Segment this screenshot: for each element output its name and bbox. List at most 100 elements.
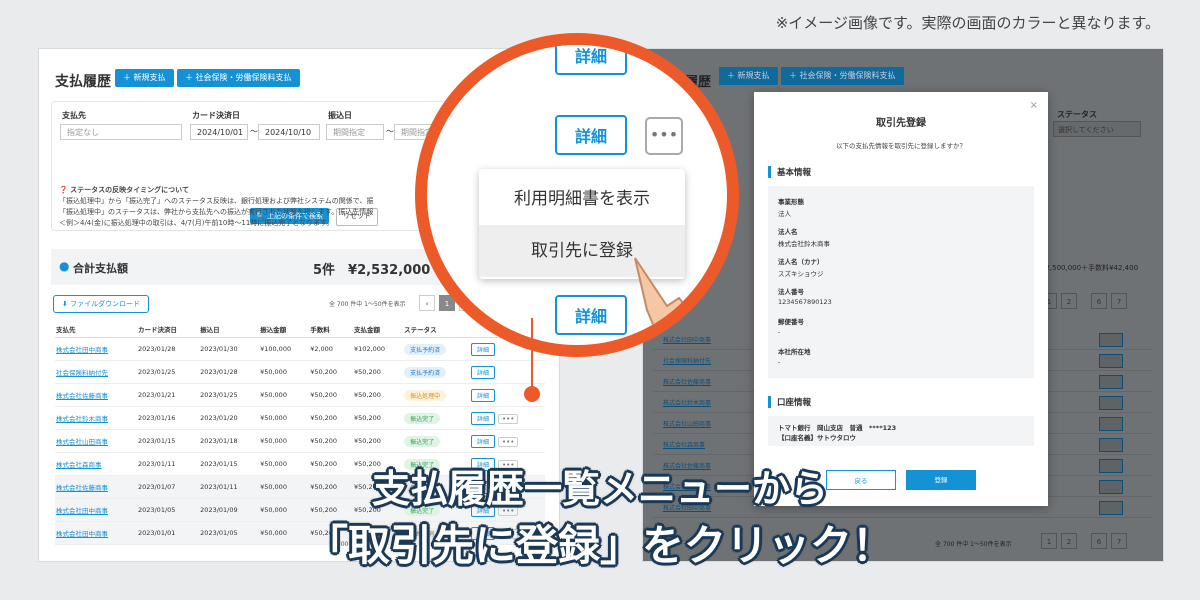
col-header: 支払金額	[353, 321, 404, 338]
table-cell: ¥50,000	[259, 360, 310, 384]
row-detail-button[interactable]: 詳細	[470, 411, 495, 425]
table-cell: 2023/01/16	[136, 406, 200, 430]
payee-link[interactable]: 社会保険料納付先	[55, 360, 137, 384]
bg-page-2: 2	[1061, 293, 1077, 309]
table-row: 株式会社山田商事 2023/01/15 2023/01/18 ¥50,000 ¥50,2…	[55, 429, 545, 453]
bg-payee-link: 社会保険料納付先	[663, 358, 712, 365]
row-detail-button[interactable]: 詳細	[470, 434, 495, 448]
basic-info-heading: 基本情報	[768, 166, 811, 178]
hand-pointer-icon	[634, 257, 727, 345]
disclaimer-note: ※イメージ画像です。実際の画面のカラーと異なります。	[775, 14, 1160, 32]
card-date-from-input[interactable]: 2024/10/01	[190, 124, 248, 140]
question-icon: ❓	[59, 186, 68, 194]
account-info-heading: 口座情報	[768, 396, 811, 408]
info-title: ❓ ステータスの反映タイミングについて	[59, 185, 374, 196]
col-header: 支払先	[55, 321, 137, 338]
status-cell: 振込完了	[403, 406, 470, 430]
row-actions: 詳細	[469, 360, 545, 384]
payee-link[interactable]: 株式会社鈴木商事	[55, 406, 137, 430]
table-row: 株式会社佐藤商事 2023/01/21 2023/01/25 ¥50,000 ¥50,2…	[55, 383, 545, 407]
new-payment-button[interactable]: ＋ 新規支払	[115, 69, 174, 87]
card-date-to-input[interactable]: 2024/10/10	[258, 124, 320, 140]
callout-dot	[524, 386, 540, 402]
payee-link[interactable]: 株式会社田中商事	[55, 337, 137, 361]
table-cell: ¥50,200	[309, 360, 354, 384]
field-value: -	[778, 358, 781, 366]
zoom-detail-button-top[interactable]: 詳細	[555, 45, 627, 75]
bg-payee-link: 株式会社佐藤商事	[663, 379, 712, 386]
table-cell: ¥50,000	[259, 429, 310, 453]
table-cell: 2023/01/25	[136, 360, 200, 384]
table-cell: 2023/01/28	[136, 337, 200, 361]
bg-payee-link: 株式会社山田商事	[663, 421, 712, 428]
col-header: 振込金額	[259, 321, 310, 338]
file-download-button[interactable]: ⬇ ファイルダウンロード	[53, 295, 150, 313]
total-title: 合計支払額	[73, 262, 128, 275]
row-actions: 詳細 •••	[469, 406, 545, 430]
table-cell: ¥50,200	[353, 360, 404, 384]
social-insurance-payment-button[interactable]: ＋ 社会保険・労働保険料支払	[177, 69, 300, 87]
field-label: 法人番号	[778, 288, 804, 296]
col-header: カード決済日	[136, 321, 200, 338]
table-cell: 2023/01/15	[136, 429, 200, 453]
status-cell: 支払予約済	[403, 360, 470, 384]
result-count: 全 700 件中 1〜50件を表示	[329, 301, 406, 308]
download-label: ファイルダウンロード	[70, 300, 141, 308]
zoom-detail-button-bottom[interactable]: 詳細	[555, 295, 627, 335]
table-cell: ¥50,200	[353, 383, 404, 407]
status-info: ❓ ステータスの反映タイミングについて 「振込処理中」から「振込完了」へのステー…	[59, 185, 374, 229]
payee-link[interactable]: 株式会社山田商事	[55, 429, 137, 453]
table-cell: ¥50,200	[309, 383, 354, 407]
info-line: ＜例＞4/4(金)に振込処理中の取引は、4/7(月)午前10時〜11時に振込完了…	[59, 219, 334, 227]
payee-select[interactable]: 指定なし	[60, 124, 182, 140]
bg-detail-button	[1099, 438, 1123, 452]
zoom-detail-button[interactable]: 詳細	[555, 115, 627, 155]
close-icon[interactable]: ×	[1030, 100, 1038, 111]
row-detail-button[interactable]: 詳細	[470, 365, 495, 379]
bg-payee-link: 株式会社鈴木商事	[663, 400, 712, 407]
status-cell: 振込処理中	[403, 383, 470, 407]
row-more-button[interactable]: •••	[497, 436, 519, 447]
account-line: トマト銀行 岡山支店 普通 ****123	[778, 424, 897, 432]
bg-social-button: ＋ 社会保険・労働保険料支払	[781, 67, 904, 85]
field-value: 1234567890123	[778, 298, 832, 306]
status-cell: 振込完了	[403, 429, 470, 453]
row-actions: 詳細 •••	[469, 429, 545, 453]
caption-line-1: 支払履歴一覧メニューから	[371, 467, 828, 511]
field-label: 法人名（カナ）	[778, 258, 824, 266]
info-line: 「振込処理中」から「振込完了」へのステータス反映は、銀行処理および弊社システムの…	[59, 197, 374, 205]
transfer-date-from-input[interactable]: 期間指定	[326, 124, 384, 140]
table-cell: ¥2,000	[309, 337, 354, 361]
col-header: 振込日	[199, 321, 260, 338]
table-cell: ¥50,000	[259, 406, 310, 430]
table-cell: 2023/01/18	[199, 429, 260, 453]
yen-icon: ●	[59, 259, 70, 273]
card-date-separator: 〜	[250, 127, 258, 136]
menu-item-view-statement[interactable]: 利用明細書を表示	[479, 173, 685, 225]
info-line: 「振込処理中」のステータスは、弊社から支払先への振込が実行された状態を指します。…	[59, 208, 374, 216]
table-cell: ¥50,200	[309, 429, 354, 453]
field-value: 法人	[778, 210, 791, 218]
status-badge: 支払予約済	[404, 366, 447, 378]
transfer-date-label: 振込日	[328, 111, 352, 120]
row-more-button[interactable]: •••	[497, 413, 519, 424]
table-row: 株式会社鈴木商事 2023/01/16 2023/01/20 ¥50,000 ¥50,2…	[55, 406, 545, 430]
status-badge: 振込完了	[404, 435, 441, 447]
zoom-more-button[interactable]: •••	[645, 117, 683, 155]
basic-info-box: 事業形態 法人 法人名 株式会社鈴木商事 法人名（カナ） スズキショウジ 法人番…	[768, 186, 1034, 378]
field-label: 郵便番号	[778, 318, 804, 326]
card-date-label: カード決済日	[192, 111, 240, 120]
field-label: 本社所在地	[778, 348, 811, 356]
row-detail-button[interactable]: 詳細	[470, 388, 495, 402]
bg-detail-button	[1099, 375, 1123, 389]
payee-label: 支払先	[62, 111, 86, 120]
table-cell: 2023/01/28	[199, 360, 260, 384]
payee-link[interactable]: 株式会社佐藤商事	[55, 383, 137, 407]
bg-detail-button	[1099, 396, 1123, 410]
account-info-box: トマト銀行 岡山支店 普通 ****123 【口座名義】サトウタロウ	[768, 416, 1034, 446]
bg-detail-button	[1099, 417, 1123, 431]
account-holder-line: 【口座名義】サトウタロウ	[778, 434, 856, 442]
table-cell: ¥50,200	[353, 406, 404, 430]
modal-subtitle: 以下の支払先情報を取引先に登録しますか？	[836, 142, 966, 150]
table-cell: ¥50,200	[309, 406, 354, 430]
